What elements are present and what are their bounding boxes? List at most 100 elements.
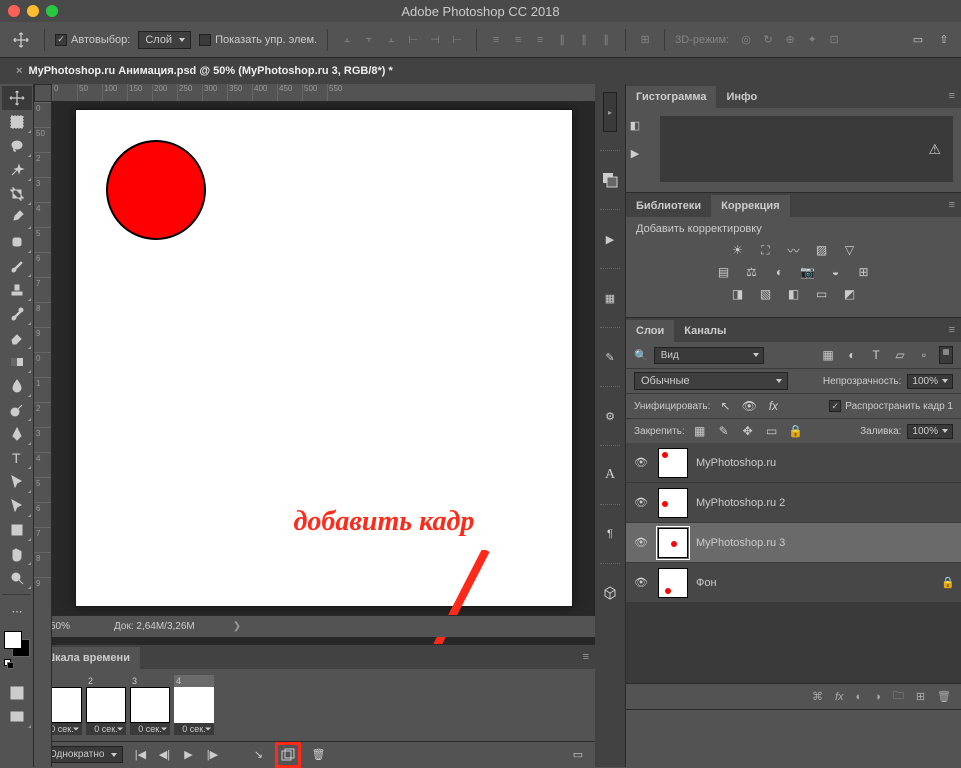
shape-tool[interactable]	[2, 518, 32, 542]
next-frame-button[interactable]: |▶	[203, 746, 221, 764]
window-minimize[interactable]	[27, 5, 39, 17]
gradient-tool[interactable]	[2, 350, 32, 374]
timeline-panel-menu-icon[interactable]: ≡	[583, 651, 589, 663]
lock-pixels-icon[interactable]: ▦	[691, 422, 709, 440]
photo-filter-icon[interactable]: 📷	[799, 263, 817, 281]
distribute-2-icon[interactable]: ≡	[509, 31, 527, 49]
3d-icon-3[interactable]: ⊕	[781, 31, 799, 49]
edit-toolbar[interactable]: ⋯	[2, 599, 32, 623]
screen-mode[interactable]	[2, 705, 32, 729]
convert-timeline-button[interactable]: ▭	[569, 746, 587, 764]
distribute-3-icon[interactable]: ≡	[531, 31, 549, 49]
move-tool[interactable]	[2, 86, 32, 110]
foreground-color[interactable]	[4, 631, 22, 649]
histogram-tab[interactable]: Гистограмма	[626, 86, 716, 108]
timeline-frame[interactable]: 40 сек.	[174, 675, 214, 735]
align-left-icon[interactable]: ⊢	[404, 31, 422, 49]
color-lookup-icon[interactable]: ⊞	[855, 263, 873, 281]
timeline-frame[interactable]: 30 сек.	[130, 675, 170, 735]
histogram-menu-icon[interactable]: ≡	[949, 90, 955, 102]
visibility-toggle-icon[interactable]: 👁	[632, 496, 650, 509]
status-flyout-icon[interactable]: ❯	[233, 621, 241, 632]
histogram-channel-icon[interactable]: ◧	[624, 114, 646, 136]
healing-brush-tool[interactable]	[2, 230, 32, 254]
layer-filter-kind[interactable]: Вид	[654, 347, 764, 364]
lock-icon[interactable]: 🔒	[941, 576, 955, 589]
invert-icon[interactable]: ◨	[729, 285, 747, 303]
ruler-vertical[interactable]: 050234567890123456789	[34, 102, 52, 767]
adjustments-tab[interactable]: Коррекция	[711, 195, 789, 217]
window-close[interactable]	[8, 5, 20, 17]
3d-icon-5[interactable]: ⊡	[825, 31, 843, 49]
eraser-tool[interactable]	[2, 326, 32, 350]
visibility-toggle-icon[interactable]: 👁	[632, 456, 650, 469]
lock-position-icon[interactable]: ✥	[739, 422, 757, 440]
align-right-icon[interactable]: ⊢	[448, 31, 466, 49]
channel-mixer-icon[interactable]: ◒	[827, 263, 845, 281]
filter-toggle[interactable]	[939, 346, 953, 364]
prev-frame-button[interactable]: ◀|	[155, 746, 173, 764]
frame-duration[interactable]: 0 сек.	[86, 723, 126, 735]
layer-thumbnail[interactable]	[658, 488, 688, 518]
auto-align-icon[interactable]: ⊞	[636, 31, 654, 49]
align-vcenter-icon[interactable]: ⫟	[360, 31, 378, 49]
libraries-tab[interactable]: Библиотеки	[626, 195, 711, 217]
posterize-icon[interactable]: ▧	[757, 285, 775, 303]
paragraph-panel-icon[interactable]: ¶	[599, 523, 621, 545]
filter-adjustment-icon[interactable]: ◐	[843, 346, 861, 364]
swatches-panel-icon[interactable]: ▦	[599, 287, 621, 309]
loop-mode-select[interactable]: Однократно	[42, 746, 123, 763]
new-group-icon[interactable]: 🗀	[893, 687, 904, 706]
add-mask-icon[interactable]: ◐	[856, 691, 863, 703]
zoom-level[interactable]: 50%	[50, 621, 94, 632]
layer-row[interactable]: 👁 MyPhotoshop.ru	[626, 443, 961, 483]
filter-shape-icon[interactable]: ▱	[891, 346, 909, 364]
bw-icon[interactable]: ◐	[771, 263, 789, 281]
lasso-tool[interactable]	[2, 134, 32, 158]
layer-fx-icon[interactable]: fx	[835, 691, 844, 703]
actions-panel-icon[interactable]: ▶	[599, 228, 621, 250]
arrange-icon[interactable]: ▭	[909, 31, 927, 49]
layer-row[interactable]: 👁 Фон 🔒	[626, 563, 961, 603]
align-bottom-icon[interactable]: ⫠	[382, 31, 400, 49]
visibility-toggle-icon[interactable]: 👁	[632, 536, 650, 549]
opacity-value[interactable]: 100%	[907, 374, 953, 389]
character-panel-icon[interactable]: A	[599, 464, 621, 486]
blend-mode-select[interactable]: Обычные	[634, 372, 788, 390]
brush-tool[interactable]	[2, 254, 32, 278]
delete-frame-button[interactable]: 🗑	[309, 746, 327, 764]
brightness-icon[interactable]: ☀	[729, 241, 747, 259]
gradient-map-icon[interactable]: ▭	[813, 285, 831, 303]
3d-panel-icon[interactable]	[599, 582, 621, 604]
doc-size-info[interactable]: Док: 2,64M/3,26M	[114, 621, 195, 632]
unify-visibility-icon[interactable]: 👁	[740, 397, 758, 415]
align-hcenter-icon[interactable]: ⊣	[426, 31, 444, 49]
3d-icon-1[interactable]: ◎	[737, 31, 755, 49]
filter-type-icon[interactable]: T	[867, 346, 885, 364]
magic-wand-tool[interactable]	[2, 158, 32, 182]
frame-duration[interactable]: 0 сек.	[174, 723, 214, 735]
exposure-icon[interactable]: ▨	[813, 241, 831, 259]
eyedropper-tool[interactable]	[2, 206, 32, 230]
visibility-toggle-icon[interactable]: 👁	[632, 576, 650, 589]
adjustments-menu-icon[interactable]: ≡	[949, 199, 955, 211]
canvas[interactable]: добавить кадр	[76, 110, 572, 606]
hue-sat-icon[interactable]: ▤	[715, 263, 733, 281]
window-maximize[interactable]	[46, 5, 58, 17]
type-tool[interactable]: T	[2, 446, 32, 470]
selective-color-icon[interactable]: ◩	[841, 285, 859, 303]
stamp-tool[interactable]	[2, 278, 32, 302]
move-tool-icon[interactable]	[8, 27, 34, 53]
distribute-1-icon[interactable]: ≡	[487, 31, 505, 49]
auto-select-checkbox[interactable]: Автовыбор:	[55, 34, 130, 46]
filter-smart-icon[interactable]: ▫	[915, 346, 933, 364]
lock-all-icon[interactable]: 🔒	[787, 422, 805, 440]
hand-tool[interactable]	[2, 542, 32, 566]
channels-tab[interactable]: Каналы	[674, 320, 736, 342]
collapse-panels-icon[interactable]: ▸	[603, 92, 617, 132]
marquee-tool[interactable]	[2, 110, 32, 134]
direct-selection-tool[interactable]	[2, 494, 32, 518]
share-icon[interactable]: ⇧	[935, 31, 953, 49]
levels-icon[interactable]: ⛶	[757, 241, 775, 259]
blur-tool[interactable]	[2, 374, 32, 398]
